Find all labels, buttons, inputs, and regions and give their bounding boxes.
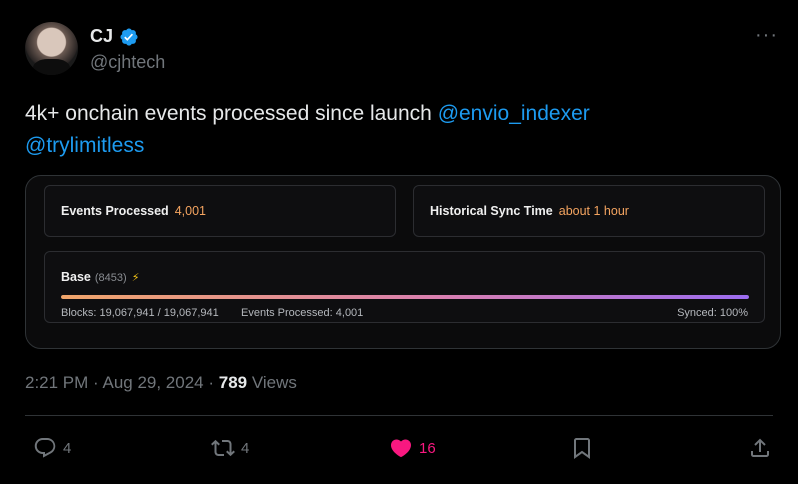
bookmark-button[interactable] — [570, 436, 594, 460]
tweet-date[interactable]: Aug 29, 2024 — [102, 373, 203, 392]
verified-badge-icon — [120, 27, 138, 46]
chain-id: (8453) — [94, 272, 127, 284]
action-bar: 4 4 16 — [0, 436, 798, 466]
meta-separator: · — [203, 373, 219, 392]
author-name-row: CJ — [90, 26, 139, 47]
reply-count: 4 — [63, 439, 72, 457]
heart-filled-icon — [390, 439, 412, 458]
chain-sync-panel: Base (8453) ⚡ Blocks: 19,067,941 / 19,067,… — [44, 251, 765, 323]
events-processed-text: Events Processed: 4,001 — [241, 307, 364, 319]
mention-trylimitless[interactable]: @trylimitless — [25, 134, 144, 157]
lightning-icon: ⚡ — [131, 272, 140, 284]
events-processed-value: 4,001 — [174, 204, 206, 218]
share-button[interactable] — [748, 436, 772, 460]
media-image[interactable]: Events Processed 4,001 Historical Sync Ti… — [25, 175, 781, 349]
bookmark-icon — [574, 438, 590, 459]
sync-progress-fill — [61, 295, 749, 299]
like-count: 16 — [419, 439, 436, 457]
reply-button[interactable]: 4 — [33, 436, 71, 460]
tweet-text: 4k+ onchain events processed since launc… — [25, 98, 765, 162]
historical-sync-panel: Historical Sync Time about 1 hour — [413, 185, 765, 237]
avatar-shirt — [33, 59, 70, 75]
retweet-count: 4 — [241, 439, 250, 457]
tweet-meta: 2:21 PM · Aug 29, 2024 · 789 Views — [25, 373, 297, 393]
chain-name: Base — [61, 270, 91, 284]
more-horizontal-icon[interactable]: ··· — [755, 24, 778, 47]
like-button[interactable]: 16 — [389, 436, 436, 460]
events-processed-panel: Events Processed 4,001 — [44, 185, 396, 237]
author-handle[interactable]: @cjhtech — [90, 52, 165, 73]
synced-text: Synced: 100% — [677, 307, 748, 319]
historical-sync-value: about 1 hour — [558, 204, 629, 218]
views-count[interactable]: 789 — [219, 373, 247, 392]
share-icon — [751, 438, 769, 457]
views-label: Views — [247, 373, 297, 392]
tweet-body: 4k+ onchain events processed since launc… — [25, 102, 438, 125]
sync-progress-bar — [61, 295, 749, 299]
historical-sync-label: Historical Sync Time — [430, 204, 553, 218]
avatar[interactable] — [25, 22, 78, 75]
author-name[interactable]: CJ — [90, 26, 113, 47]
meta-separator: · — [88, 373, 103, 392]
tweet-time[interactable]: 2:21 PM — [25, 373, 88, 392]
reply-icon — [34, 438, 56, 458]
events-processed-label: Events Processed — [61, 204, 169, 218]
retweet-button[interactable]: 4 — [211, 436, 249, 460]
divider — [25, 415, 773, 416]
retweet-icon — [211, 439, 235, 457]
mention-envio-indexer[interactable]: @envio_indexer — [438, 102, 590, 125]
blocks-text: Blocks: 19,067,941 / 19,067,941 — [61, 307, 219, 319]
